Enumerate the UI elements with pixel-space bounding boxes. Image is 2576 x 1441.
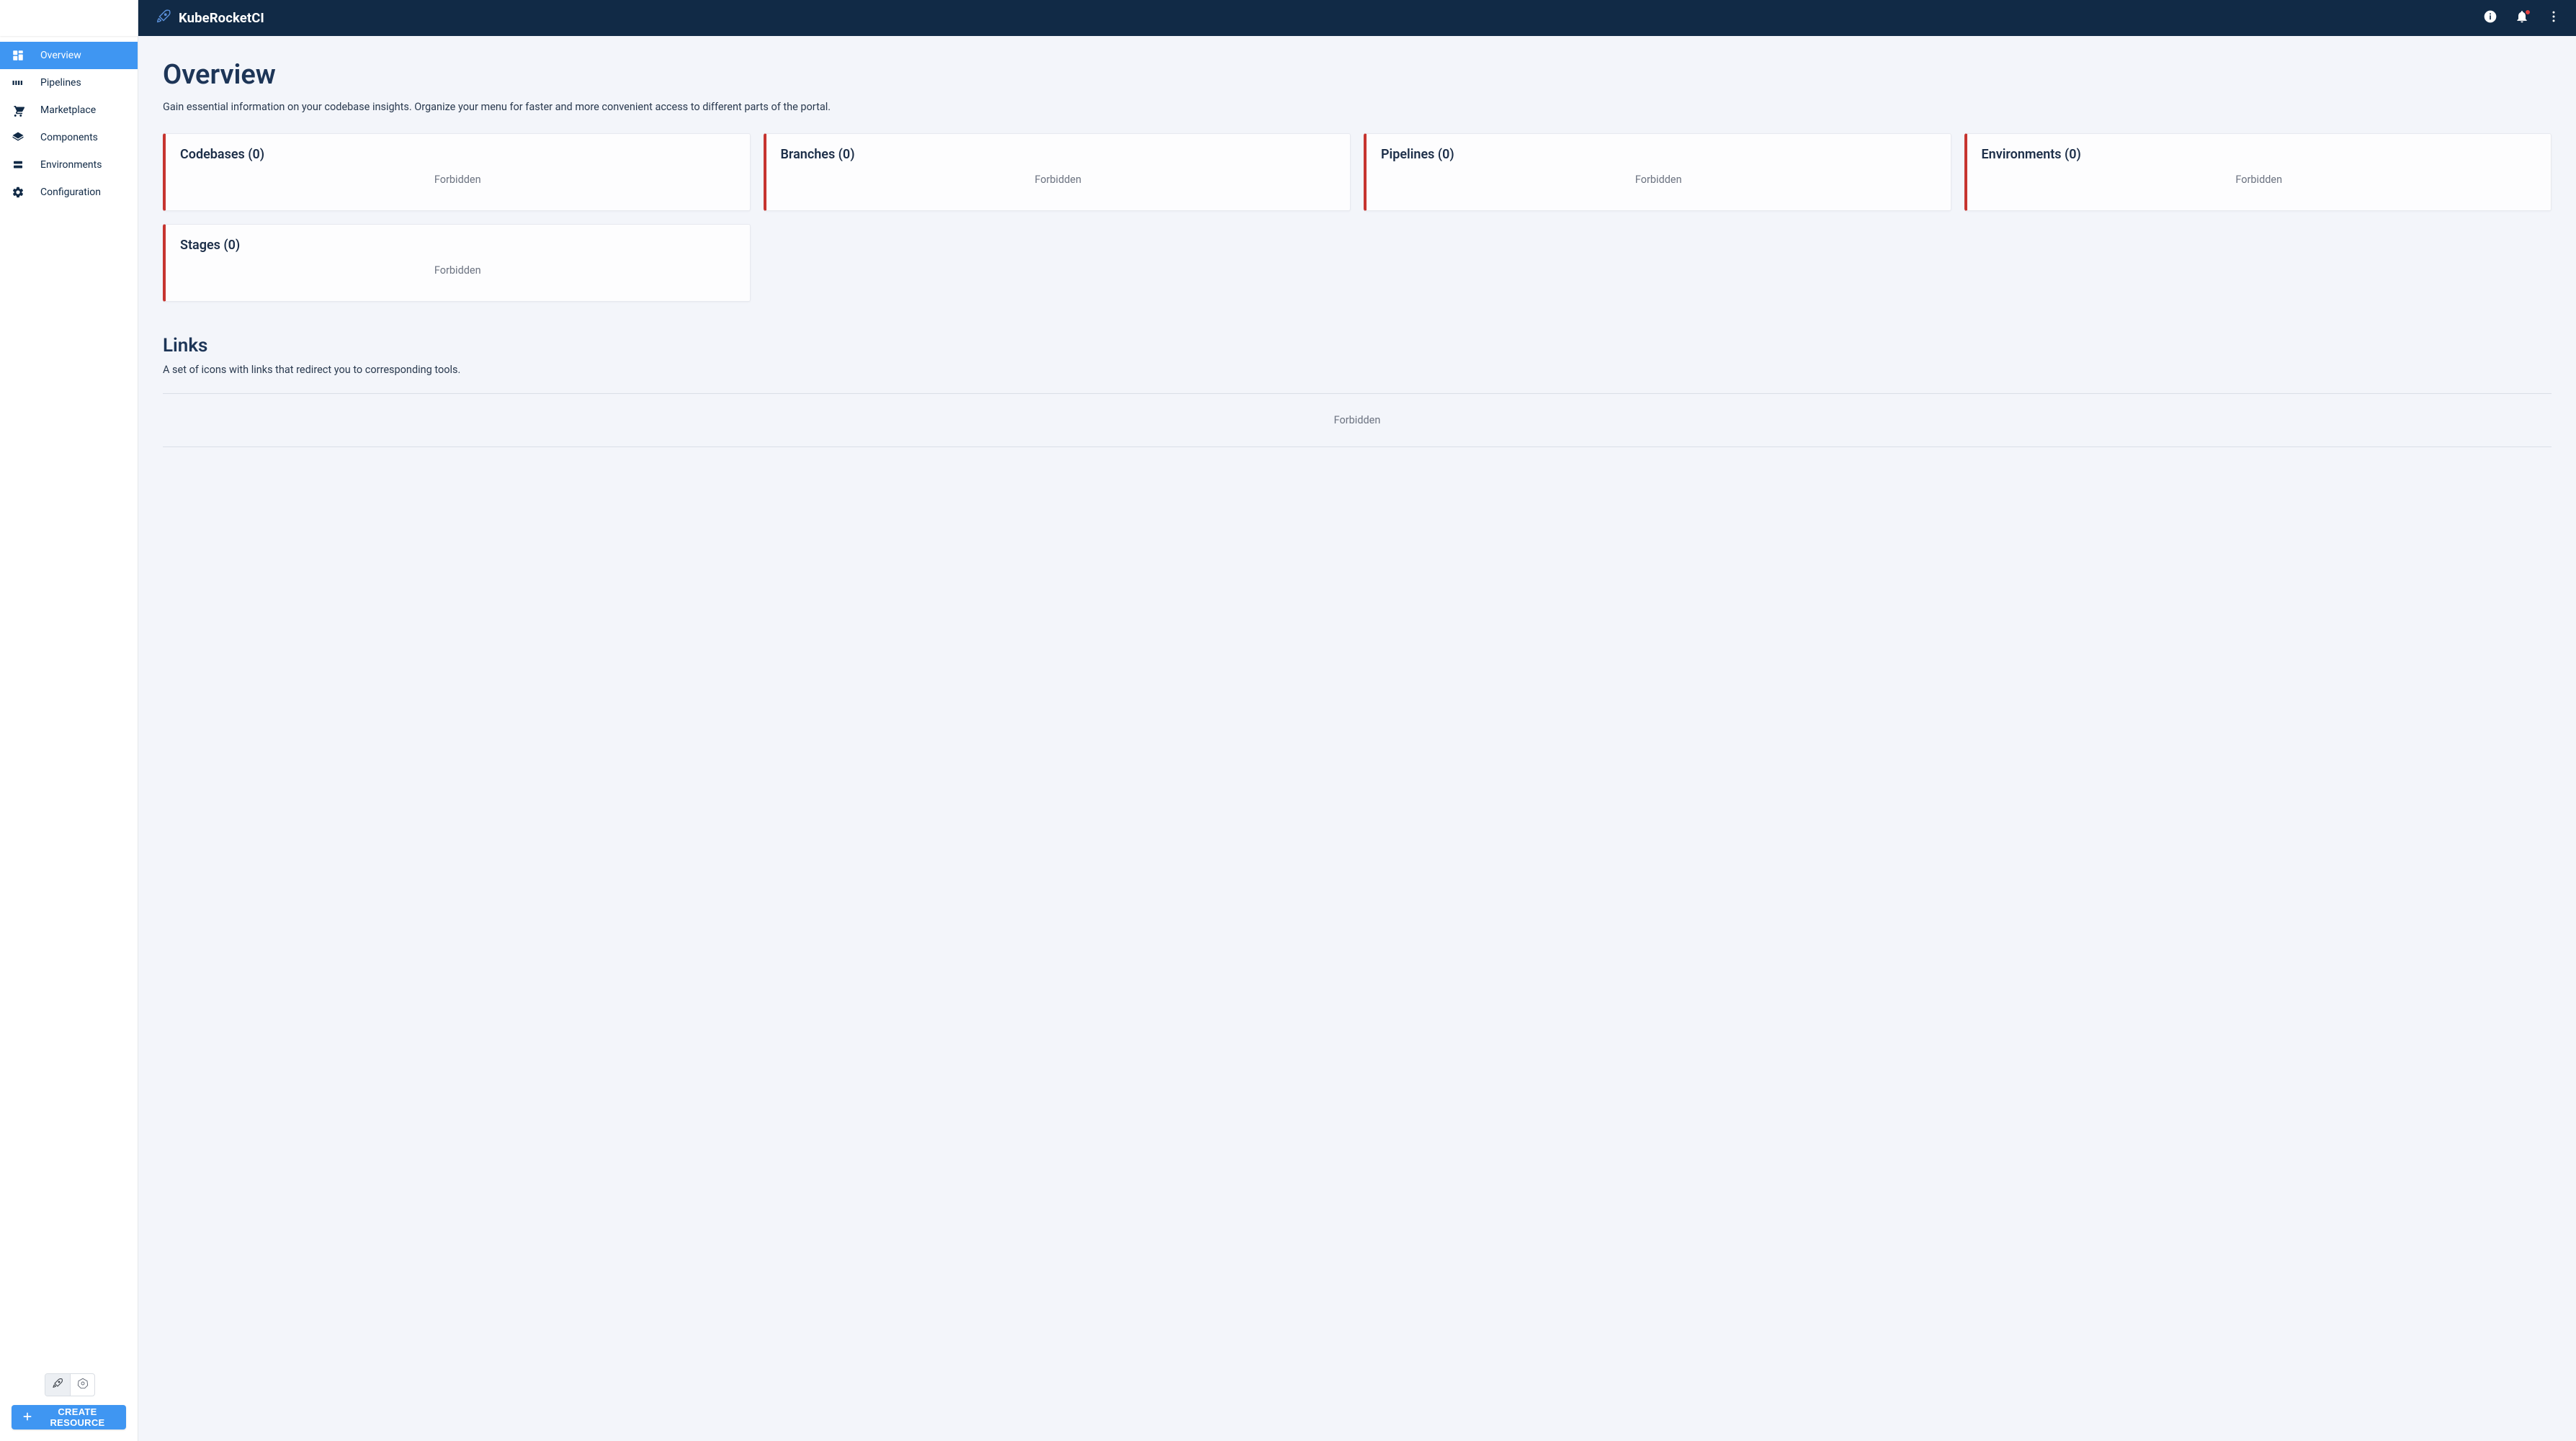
- sidebar-item-environments[interactable]: Environments: [0, 151, 138, 179]
- brand[interactable]: KubeRocketCI: [156, 9, 264, 28]
- notification-dot: [2525, 9, 2531, 15]
- stat-card-pipelines[interactable]: Pipelines (0) Forbidden: [1364, 133, 1951, 211]
- sidebar: Overview Pipelines Marketplace Component…: [0, 0, 138, 1441]
- stat-card-status: Forbidden: [1982, 174, 2537, 186]
- kubernetes-icon: [77, 1378, 89, 1392]
- plus-icon: [22, 1411, 33, 1424]
- sidebar-nav: Overview Pipelines Marketplace Component…: [0, 36, 138, 1368]
- sidebar-item-configuration[interactable]: Configuration: [0, 179, 138, 206]
- gear-icon: [12, 186, 29, 199]
- stat-card-status: Forbidden: [180, 264, 735, 277]
- stat-card-codebases[interactable]: Codebases (0) Forbidden: [163, 133, 751, 211]
- stack-icon: [12, 158, 29, 171]
- info-icon: [2483, 9, 2497, 27]
- topbar: KubeRocketCI: [138, 0, 2576, 36]
- sidebar-item-marketplace[interactable]: Marketplace: [0, 96, 138, 124]
- more-menu-button[interactable]: [2543, 7, 2564, 29]
- rocket-icon: [52, 1378, 63, 1392]
- mode-toggle-rocket[interactable]: [45, 1374, 70, 1396]
- stats-card-grid: Codebases (0) Forbidden Branches (0) For…: [163, 133, 2552, 302]
- links-section-description: A set of icons with links that redirect …: [163, 364, 2552, 376]
- stat-card-branches[interactable]: Branches (0) Forbidden: [764, 133, 1351, 211]
- stat-card-stages[interactable]: Stages (0) Forbidden: [163, 224, 751, 302]
- stat-card-title: Branches (0): [781, 147, 1336, 162]
- sidebar-item-label: Marketplace: [40, 104, 96, 116]
- sidebar-item-label: Environments: [40, 159, 102, 171]
- topbar-actions: [2479, 7, 2564, 29]
- rocket-logo-icon: [156, 9, 171, 28]
- cart-icon: [12, 104, 29, 117]
- sidebar-item-components[interactable]: Components: [0, 124, 138, 151]
- links-status-text: Forbidden: [1334, 414, 1381, 426]
- sidebar-header: [0, 0, 138, 36]
- page-description: Gain essential information on your codeb…: [163, 101, 2552, 113]
- stat-card-status: Forbidden: [1381, 174, 1936, 186]
- collapse-sidebar-button[interactable]: [97, 8, 117, 28]
- more-vertical-icon: [2546, 9, 2561, 27]
- stat-card-environments[interactable]: Environments (0) Forbidden: [1964, 133, 2552, 211]
- info-button[interactable]: [2479, 7, 2501, 29]
- mode-toggle: [45, 1373, 95, 1396]
- sidebar-item-pipelines[interactable]: Pipelines: [0, 69, 138, 96]
- mode-toggle-kubernetes[interactable]: [70, 1374, 94, 1396]
- page-title: Overview: [163, 59, 2552, 91]
- main-content: Overview Gain essential information on y…: [138, 36, 2576, 1441]
- stat-card-title: Environments (0): [1982, 147, 2537, 162]
- stat-card-title: Codebases (0): [180, 147, 735, 162]
- stat-card-status: Forbidden: [180, 174, 735, 186]
- stat-card-status: Forbidden: [781, 174, 1336, 186]
- pipelines-icon: [12, 76, 29, 89]
- stat-card-title: Pipelines (0): [1381, 147, 1936, 162]
- sidebar-item-label: Pipelines: [40, 77, 81, 89]
- links-status-box: Forbidden: [163, 393, 2552, 447]
- brand-name: KubeRocketCI: [179, 10, 264, 26]
- sidebar-footer: CREATE RESOURCE: [0, 1368, 138, 1441]
- sidebar-item-label: Overview: [40, 50, 81, 61]
- dashboard-icon: [12, 49, 29, 62]
- sidebar-item-label: Components: [40, 132, 98, 143]
- sidebar-item-overview[interactable]: Overview: [0, 42, 138, 69]
- links-section-title: Links: [163, 335, 2552, 356]
- sidebar-item-label: Configuration: [40, 187, 101, 198]
- notifications-button[interactable]: [2511, 7, 2533, 29]
- create-resource-label: CREATE RESOURCE: [39, 1406, 116, 1428]
- stat-card-title: Stages (0): [180, 238, 735, 253]
- layers-icon: [12, 131, 29, 144]
- create-resource-button[interactable]: CREATE RESOURCE: [12, 1405, 126, 1429]
